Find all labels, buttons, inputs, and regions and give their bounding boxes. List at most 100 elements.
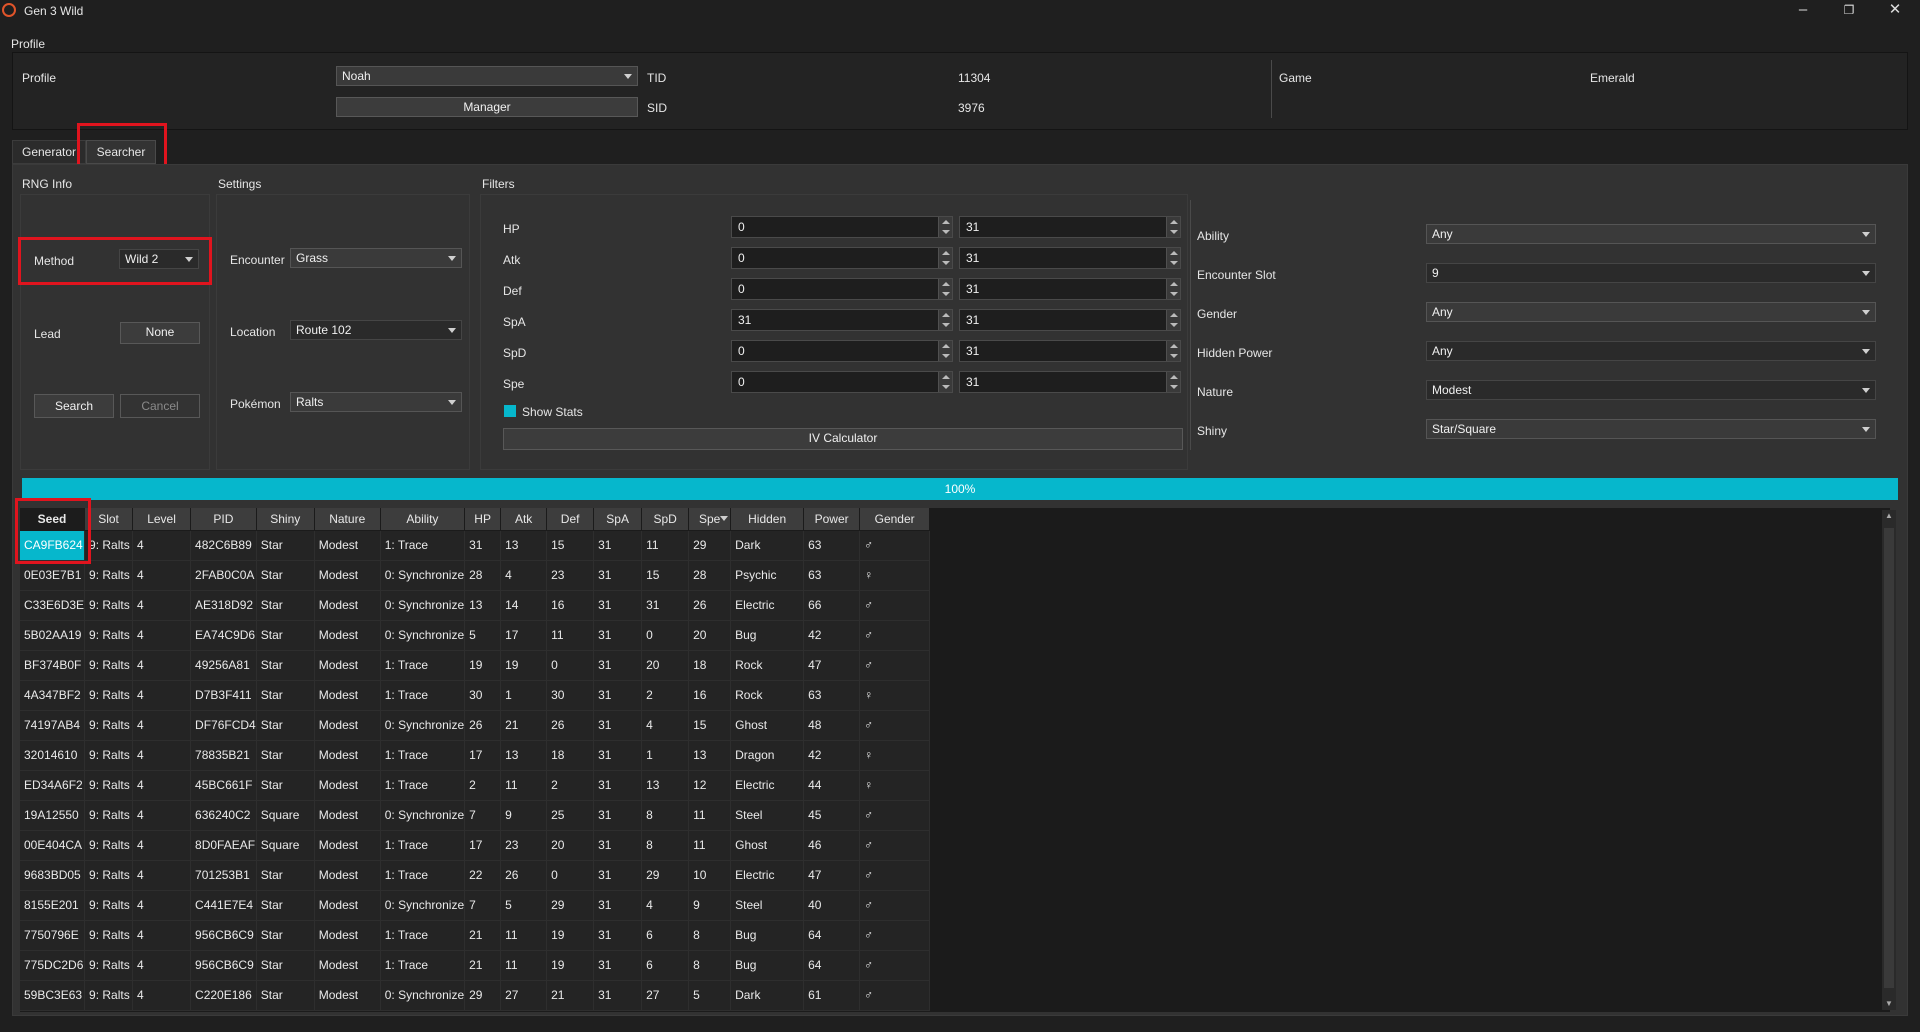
cell-hidden[interactable]: Steel (730, 890, 805, 921)
column-header-ability[interactable]: Ability (380, 508, 466, 531)
cell-spd[interactable]: 8 (641, 800, 690, 831)
cell-ability[interactable]: 0: Synchronize (380, 800, 466, 831)
atk-min-input[interactable]: 0 (731, 247, 953, 269)
cell-shiny[interactable]: Star (256, 740, 315, 771)
cell-pid[interactable]: 8D0FAEAF (190, 830, 257, 861)
table-row[interactable]: 0E03E7B1 9: Ralts 4 2FAB0C0A Star Modest 0: Sy… (20, 560, 931, 591)
cell-slot[interactable]: 9: Ralts (84, 800, 134, 831)
increment-icon[interactable] (938, 341, 952, 351)
cell-spa[interactable]: 31 (593, 680, 643, 711)
cell-gender[interactable]: ♂ (859, 710, 931, 741)
cell-seed[interactable]: 00E404CA (20, 830, 86, 861)
cell-seed[interactable]: 19A12550 (20, 800, 86, 831)
cell-spa[interactable]: 31 (593, 980, 643, 1011)
cell-ability[interactable]: 1: Trace (380, 650, 466, 681)
cell-spd[interactable]: 11 (641, 530, 690, 561)
cell-level[interactable]: 4 (132, 890, 192, 921)
table-row[interactable]: 19A12550 9: Ralts 4 636240C2 Square Modest 0: … (20, 800, 931, 831)
cell-power[interactable]: 63 (803, 560, 861, 591)
cell-spa[interactable]: 31 (593, 560, 643, 591)
cell-power[interactable]: 63 (803, 530, 861, 561)
cell-pid[interactable]: 701253B1 (190, 860, 257, 891)
cell-spd[interactable]: 15 (641, 560, 690, 591)
spd-min-input[interactable]: 0 (731, 340, 953, 362)
cell-slot[interactable]: 9: Ralts (84, 980, 134, 1011)
spa-min-input[interactable]: 31 (731, 309, 953, 331)
cell-hidden[interactable]: Bug (730, 950, 805, 981)
pokemon-dropdown[interactable]: Ralts (290, 392, 462, 412)
cell-nature[interactable]: Modest (314, 590, 381, 621)
cell-hp[interactable]: 30 (464, 680, 502, 711)
cell-level[interactable]: 4 (132, 830, 192, 861)
cell-pid[interactable]: 2FAB0C0A (190, 560, 257, 591)
table-row[interactable]: CA9FB624 9: Ralts 4 482C6B89 Star Modest 1: Tr… (20, 530, 931, 561)
increment-icon[interactable] (1166, 341, 1180, 351)
column-header-gender[interactable]: Gender (859, 508, 931, 531)
cell-pid[interactable]: 45BC661F (190, 770, 257, 801)
cell-seed[interactable]: 32014610 (20, 740, 86, 771)
cell-hidden[interactable]: Bug (730, 620, 805, 651)
cell-atk[interactable]: 26 (500, 860, 548, 891)
column-header-atk[interactable]: Atk (500, 508, 548, 531)
cell-shiny[interactable]: Star (256, 980, 315, 1011)
cell-hp[interactable]: 7 (464, 800, 502, 831)
cell-atk[interactable]: 23 (500, 830, 548, 861)
cell-def[interactable]: 21 (546, 980, 595, 1011)
increment-icon[interactable] (1166, 372, 1180, 382)
cell-def[interactable]: 18 (546, 740, 595, 771)
cell-gender[interactable]: ♂ (859, 890, 931, 921)
cell-hp[interactable]: 19 (464, 650, 502, 681)
cell-level[interactable]: 4 (132, 590, 192, 621)
cell-slot[interactable]: 9: Ralts (84, 530, 134, 561)
cell-spd[interactable]: 20 (641, 650, 690, 681)
cell-ability[interactable]: 0: Synchronize (380, 710, 466, 741)
cell-slot[interactable]: 9: Ralts (84, 920, 134, 951)
show-stats-checkbox[interactable] (504, 405, 516, 417)
decrement-icon[interactable] (938, 227, 952, 237)
table-row[interactable]: 59BC3E63 9: Ralts 4 C220E186 Star Modest 0: Sy… (20, 980, 931, 1011)
cell-level[interactable]: 4 (132, 530, 192, 561)
cell-shiny[interactable]: Star (256, 920, 315, 951)
cell-shiny[interactable]: Square (256, 830, 315, 861)
cell-spe[interactable]: 18 (688, 650, 732, 681)
cell-shiny[interactable]: Star (256, 890, 315, 921)
def-min-input[interactable]: 0 (731, 278, 953, 300)
cell-slot[interactable]: 9: Ralts (84, 590, 134, 621)
cell-power[interactable]: 64 (803, 950, 861, 981)
cell-power[interactable]: 42 (803, 740, 861, 771)
cell-pid[interactable]: 78835B21 (190, 740, 257, 771)
column-header-power[interactable]: Power (803, 508, 861, 531)
cell-ability[interactable]: 0: Synchronize (380, 590, 466, 621)
spa-max-input[interactable]: 31 (959, 309, 1181, 331)
cell-hp[interactable]: 17 (464, 830, 502, 861)
cell-spd[interactable]: 29 (641, 860, 690, 891)
cell-power[interactable]: 40 (803, 890, 861, 921)
cell-spa[interactable]: 31 (593, 530, 643, 561)
column-header-def[interactable]: Def (546, 508, 595, 531)
decrement-icon[interactable] (938, 382, 952, 392)
cell-pid[interactable]: 956CB6C9 (190, 950, 257, 981)
cell-nature[interactable]: Modest (314, 650, 381, 681)
column-header-spe[interactable]: Spe (688, 508, 732, 531)
cell-level[interactable]: 4 (132, 560, 192, 591)
hp-max-input[interactable]: 31 (959, 216, 1181, 238)
cell-hp[interactable]: 26 (464, 710, 502, 741)
cell-nature[interactable]: Modest (314, 800, 381, 831)
cell-power[interactable]: 47 (803, 860, 861, 891)
increment-icon[interactable] (1166, 248, 1180, 258)
cell-ability[interactable]: 0: Synchronize (380, 980, 466, 1011)
cell-power[interactable]: 47 (803, 650, 861, 681)
cell-spd[interactable]: 27 (641, 980, 690, 1011)
cell-nature[interactable]: Modest (314, 770, 381, 801)
cell-spa[interactable]: 31 (593, 650, 643, 681)
cell-def[interactable]: 19 (546, 920, 595, 951)
cell-spa[interactable]: 31 (593, 860, 643, 891)
cell-atk[interactable]: 21 (500, 710, 548, 741)
table-row[interactable]: 4A347BF2 9: Ralts 4 D7B3F411 Star Modest 1: Tr… (20, 680, 931, 711)
cell-hidden[interactable]: Dark (730, 530, 805, 561)
cell-pid[interactable]: EA74C9D6 (190, 620, 257, 651)
cell-pid[interactable]: DF76FCD4 (190, 710, 257, 741)
cell-power[interactable]: 48 (803, 710, 861, 741)
scroll-down-icon[interactable]: ▼ (1882, 998, 1896, 1010)
cell-spe[interactable]: 12 (688, 770, 732, 801)
